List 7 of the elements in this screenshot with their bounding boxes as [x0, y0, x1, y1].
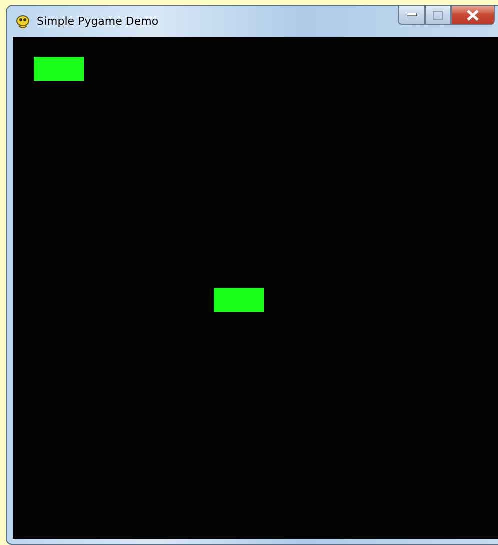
minimize-icon [406, 13, 416, 17]
minimize-button[interactable] [398, 6, 425, 25]
maximize-icon [433, 10, 443, 20]
window-title: Simple Pygame Demo [37, 15, 159, 28]
close-icon [467, 10, 479, 20]
maximize-button[interactable] [425, 6, 451, 25]
close-button[interactable] [451, 6, 495, 25]
